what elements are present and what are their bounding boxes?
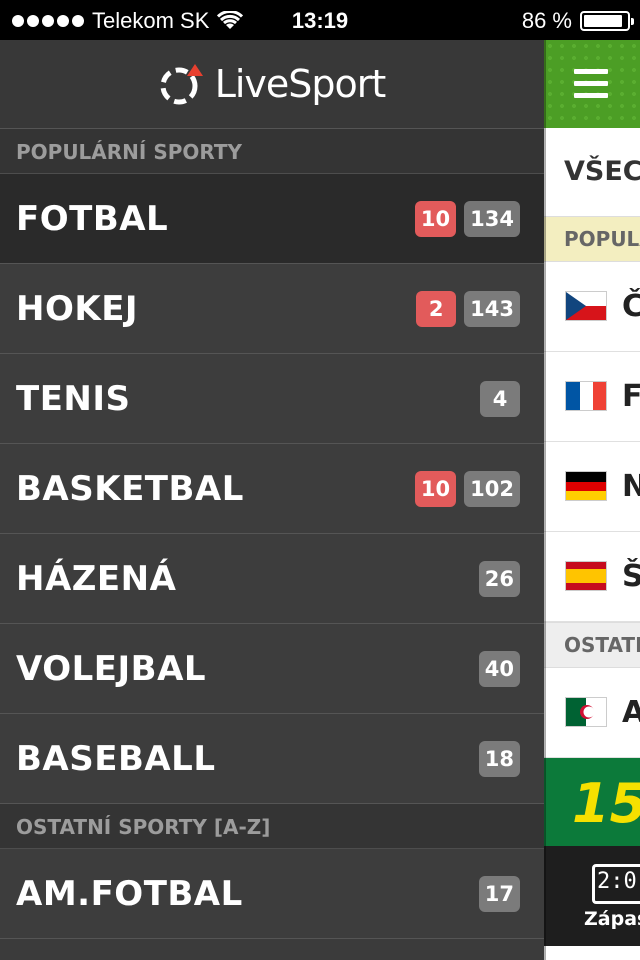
sport-label: HÁZENÁ: [16, 559, 177, 599]
section-popular-sports: POPULÁRNÍ SPORTY: [0, 129, 544, 174]
main-section-popular: POPULA: [544, 217, 640, 262]
league-row[interactable]: N: [544, 442, 640, 532]
section-other-sports: OSTATNÍ SPORTY [A-Z]: [0, 804, 544, 849]
livesport-logo: LiveSport: [159, 62, 386, 106]
spain-flag-icon: [566, 562, 606, 590]
scoreboard-digits: 2:0: [597, 869, 637, 894]
total-count-badge: 102: [464, 471, 520, 507]
main-section-other: OSTATN: [544, 622, 640, 668]
status-bar: Telekom SK 13:19 86 %: [0, 0, 640, 40]
tab-bar: 2:0 Zápas: [544, 846, 640, 946]
scoreboard-icon[interactable]: 2:0: [592, 864, 640, 904]
sport-item-basketbal[interactable]: BASKETBAL 10 102: [0, 444, 544, 534]
league-row[interactable]: Š: [544, 532, 640, 622]
total-count-badge: 26: [478, 561, 520, 597]
sport-label: TENIS: [16, 379, 131, 419]
sport-label: HOKEJ: [16, 289, 139, 329]
total-count-badge: 143: [464, 291, 520, 327]
algeria-flag-icon: [566, 698, 606, 726]
league-row[interactable]: A: [544, 668, 640, 758]
league-name: N: [622, 469, 640, 504]
main-topbar: [544, 40, 640, 128]
battery-percent: 86 %: [521, 8, 572, 33]
status-right: 86 %: [521, 8, 634, 34]
total-count-badge: 17: [478, 876, 520, 912]
battery-icon: [580, 11, 634, 31]
total-count-badge: 134: [464, 201, 520, 237]
sports-drawer: LiveSport POPULÁRNÍ SPORTY FOTBAL 10 134…: [0, 40, 544, 960]
sport-label: BASKETBAL: [16, 469, 244, 509]
sport-label: BASEBALL: [16, 739, 216, 779]
sport-item-tenis[interactable]: TENIS 4: [0, 354, 544, 444]
live-count-badge: 2: [416, 291, 457, 327]
czech-flag-icon: [566, 292, 606, 320]
sport-item-hazena[interactable]: HÁZENÁ 26: [0, 534, 544, 624]
promo-number: 150: [572, 772, 640, 835]
league-name: Š: [622, 559, 640, 594]
sport-item-am-fotbal[interactable]: AM.FOTBAL 17: [0, 849, 544, 939]
league-name: F: [622, 379, 640, 414]
drawer-header: LiveSport: [0, 40, 544, 129]
menu-icon[interactable]: [574, 69, 608, 99]
sport-label: AM.FOTBAL: [16, 874, 243, 914]
sport-item-hokej[interactable]: HOKEJ 2 143: [0, 264, 544, 354]
live-count-badge: 10: [414, 201, 457, 237]
total-count-badge: 40: [478, 651, 520, 687]
live-count-badge: 10: [414, 471, 457, 507]
tab-matches[interactable]: Zápas: [584, 908, 640, 930]
league-name: Č: [622, 289, 640, 324]
sport-item-fotbal[interactable]: FOTBAL 10 134: [0, 174, 544, 264]
total-count-badge: 18: [478, 741, 520, 777]
all-filter[interactable]: VŠEC: [544, 128, 640, 217]
sport-label: VOLEJBAL: [16, 649, 207, 689]
france-flag-icon: [566, 382, 606, 410]
league-name: A: [622, 695, 640, 730]
sport-item-baseball[interactable]: BASEBALL 18: [0, 714, 544, 804]
main-panel: VŠEC POPULA Č F N Š OSTATN A 150 2:0 Zá: [544, 40, 640, 960]
germany-flag-icon: [566, 472, 606, 500]
logo-text: LiveSport: [214, 62, 387, 106]
sport-label: FOTBAL: [16, 199, 169, 239]
sport-item-volejbal[interactable]: VOLEJBAL 40: [0, 624, 544, 714]
livesport-logo-icon: [160, 64, 203, 105]
league-row[interactable]: F: [544, 352, 640, 442]
league-row[interactable]: Č: [544, 262, 640, 352]
promo-banner[interactable]: 150: [544, 758, 640, 846]
total-count-badge: 4: [480, 381, 520, 417]
